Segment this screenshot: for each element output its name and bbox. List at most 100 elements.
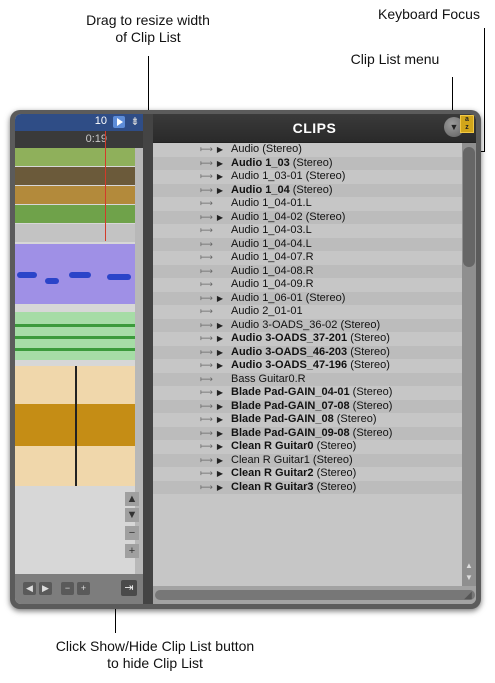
midi-track[interactable] — [15, 244, 135, 304]
track-green[interactable] — [15, 148, 135, 166]
resize-callout: Drag to resize width of Clip List — [58, 12, 238, 46]
clip-list-item[interactable]: ⟼ ▶ Blade Pad-GAIN_08 (Stereo) — [153, 413, 462, 427]
scroll-up-arrow-icon[interactable]: ▲ — [462, 560, 476, 572]
clip-list-item[interactable]: ⟼ Audio 1_04-01.L — [153, 197, 462, 211]
expand-triangle-icon[interactable]: ▶ — [215, 467, 225, 481]
clip-type-icon: ⟼ — [200, 252, 213, 262]
clip-list-horizontal-scrollbar[interactable]: ◢ — [153, 586, 476, 604]
vertical-scroll-thumb[interactable] — [463, 147, 475, 267]
clip-list-item[interactable]: ⟼ ▶ Audio 1_04 (Stereo) — [153, 183, 462, 198]
automation-track[interactable] — [15, 312, 135, 360]
automation-line — [15, 348, 135, 351]
clip-list-item[interactable]: ⟼ ▶ Audio 1_04-02 (Stereo) — [153, 210, 462, 225]
scroll-down-arrow-icon[interactable]: ▼ — [462, 572, 476, 584]
zoom-out-h-button[interactable]: − — [61, 582, 74, 595]
expand-triangle-icon[interactable]: ▶ — [215, 211, 225, 225]
expand-triangle-icon[interactable]: ▶ — [215, 143, 225, 157]
clip-list-item[interactable]: ⟼ Bass Guitar0.R — [153, 372, 462, 386]
show-hide-callout: Click Show/Hide Clip List button to hide… — [20, 638, 290, 672]
clip-list-item[interactable]: ⟼ Audio 1_04-09.R — [153, 278, 462, 292]
clip-list-item[interactable]: ⟼ ▶ Audio 1_03 (Stereo) — [153, 156, 462, 171]
scroll-right-button[interactable]: ▶ — [39, 582, 52, 595]
horizontal-scroll-thumb[interactable] — [155, 590, 475, 600]
expand-triangle-icon[interactable]: ▶ — [215, 170, 225, 184]
show-hide-clip-list-button[interactable]: ⇥ — [121, 580, 137, 596]
automation-line — [15, 324, 135, 327]
expand-triangle-icon[interactable]: ▶ — [215, 440, 225, 454]
clip-list-item[interactable]: ⟼ ▶ Clean R Guitar2 (Stereo) — [153, 467, 462, 481]
clip-list-item[interactable]: ⟼ ▶ Audio 1_06-01 (Stereo) — [153, 291, 462, 306]
clip-list-item[interactable]: ⟼ ▶ Blade Pad-GAIN_09-08 (Stereo) — [153, 426, 462, 441]
clip-list-item[interactable]: ⟼ ▶ Audio 3-OADS_47-196 (Stereo) — [153, 359, 462, 373]
clip-list-vertical-scrollbar[interactable]: ▲ ▼ — [462, 143, 476, 586]
expand-triangle-icon[interactable]: ▶ — [215, 359, 225, 373]
track-amber[interactable] — [15, 186, 135, 204]
clip-name: Blade Pad-GAIN_09-08 (Stereo) — [231, 426, 393, 439]
clip-list: CLIPS ▼ ⟼ ▶ Audio (Stereo) ⟼ ▶ Audio 1_03 (St… — [153, 114, 476, 604]
track-brown[interactable] — [15, 167, 135, 185]
clip-list-item[interactable]: ⟼ Audio 1_04-03.L — [153, 224, 462, 238]
timecode-value: 10 — [94, 115, 107, 127]
ruler-menu-icon[interactable]: ⇟ — [129, 115, 141, 129]
clip-name: Blade Pad-GAIN_07-08 (Stereo) — [231, 399, 393, 412]
clip-list-item[interactable]: ⟼ ▶ Clean R Guitar3 (Stereo) — [153, 480, 462, 495]
clip-list-item[interactable]: ⟼ ▶ Clean R Guitar0 (Stereo) — [153, 440, 462, 454]
clip-list-item[interactable]: ⟼ ▶ Audio 3-OADS_37-201 (Stereo) — [153, 332, 462, 346]
clip-list-item[interactable]: ⟼ Audio 1_04-07.R — [153, 251, 462, 265]
expand-triangle-icon[interactable]: ▶ — [215, 427, 225, 441]
scroll-left-button[interactable]: ◀ — [23, 582, 36, 595]
expand-triangle-icon[interactable]: ▶ — [215, 481, 225, 495]
zoom-in-button[interactable]: ▲ — [125, 492, 139, 506]
clip-list-item[interactable]: ⟼ Audio 1_04-08.R — [153, 264, 462, 278]
expand-triangle-icon[interactable]: ▶ — [215, 332, 225, 346]
play-icon[interactable] — [113, 116, 125, 128]
expand-triangle-icon[interactable]: ▶ — [215, 386, 225, 400]
clip-list-item[interactable]: ⟼ ▶ Audio 3-OADS_36-02 (Stereo) — [153, 318, 462, 333]
clip-name: Audio 1_03 (Stereo) — [231, 156, 333, 169]
expand-triangle-icon[interactable]: ▶ — [215, 292, 225, 306]
show-hide-callout-line2: to hide Clip List — [107, 655, 203, 671]
zoom-out-button[interactable]: ▼ — [125, 508, 139, 522]
clip-type-icon: ⟼ — [200, 414, 213, 424]
expand-triangle-icon[interactable]: ▶ — [215, 454, 225, 468]
track-olive[interactable] — [15, 205, 135, 223]
clip-name: Audio 3-OADS_46-203 (Stereo) — [231, 345, 390, 358]
clip-list-item[interactable]: ⟼ ▶ Audio 1_03-01 (Stereo) — [153, 170, 462, 184]
clip-list-item[interactable]: ⟼ ▶ Blade Pad-GAIN_04-01 (Stereo) — [153, 386, 462, 400]
expand-triangle-icon[interactable]: ▶ — [215, 184, 225, 198]
clip-type-icon: ⟼ — [200, 387, 213, 397]
clip-list-item[interactable]: ⟼ Audio 1_04-04.L — [153, 237, 462, 251]
clip-type-icon: ⟼ — [200, 184, 213, 195]
track-minus-button[interactable]: − — [125, 526, 139, 540]
clip-list-item[interactable]: ⟼ ▶ Blade Pad-GAIN_07-08 (Stereo) — [153, 399, 462, 414]
clip-type-icon: ⟼ — [200, 198, 213, 208]
clip-name: Clean R Guitar0 (Stereo) — [231, 440, 357, 452]
clip-list-item[interactable]: ⟼ ▶ Audio (Stereo) — [153, 143, 462, 157]
clip-list-item[interactable]: ⟼ ▶ Audio 3-OADS_46-203 (Stereo) — [153, 345, 462, 360]
expand-triangle-icon[interactable]: ▶ — [215, 346, 225, 360]
track-plus-button[interactable]: + — [125, 544, 139, 558]
clip-type-icon: ⟼ — [200, 306, 213, 316]
expand-triangle-icon[interactable]: ▶ — [215, 413, 225, 427]
clip-list-item[interactable]: ⟼ Audio 2_01-01 — [153, 305, 462, 319]
clip-list-resize-handle[interactable] — [143, 114, 153, 604]
show-hide-callout-line1: Click Show/Hide Clip List button — [55, 638, 255, 654]
clip-type-icon: ⟼ — [200, 238, 213, 249]
zoom-in-h-button[interactable]: + — [77, 582, 90, 595]
edit-window-inner: 10 ⇟ 0:19 ▲ ▼ − + ◀ ▶ − + ⇥ CLIPS ▼ ⟼ ▶ … — [15, 114, 476, 604]
expand-triangle-icon[interactable]: ▶ — [215, 400, 225, 414]
clip-list-item[interactable]: ⟼ ▶ Clean R Guitar1 (Stereo) — [153, 453, 462, 468]
clip-type-icon: ⟼ — [200, 171, 213, 181]
clip-type-icon: ⟼ — [200, 157, 213, 168]
midi-note — [107, 274, 131, 280]
midi-note — [69, 272, 91, 278]
resize-grip-icon[interactable]: ◢ — [462, 590, 474, 602]
expand-triangle-icon[interactable]: ▶ — [215, 319, 225, 333]
keyboard-focus-az-icon[interactable]: az — [460, 115, 474, 133]
clip-name: Blade Pad-GAIN_04-01 (Stereo) — [231, 386, 393, 398]
audio-waveform-track[interactable] — [15, 366, 135, 486]
clip-menu-callout: Clip List menu — [350, 51, 440, 67]
time-ruler[interactable]: 0:19 — [15, 131, 143, 148]
expand-triangle-icon[interactable]: ▶ — [215, 157, 225, 171]
track-gray[interactable] — [15, 224, 135, 242]
